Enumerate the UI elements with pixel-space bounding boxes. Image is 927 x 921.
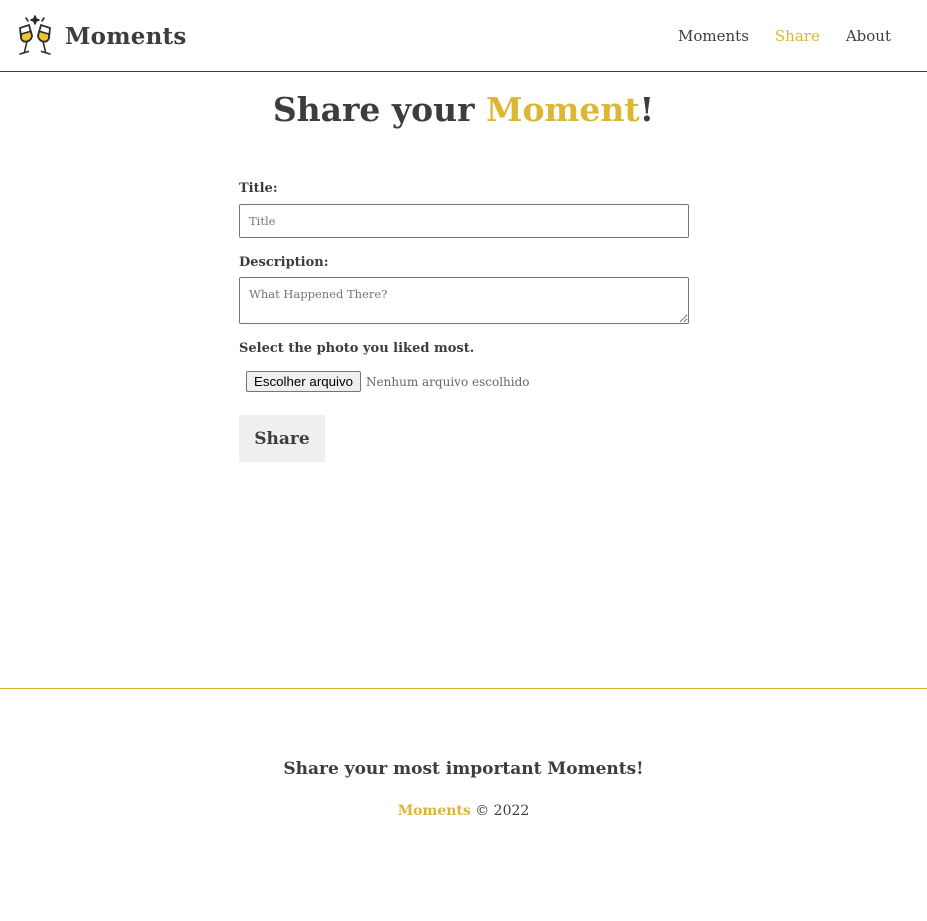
page-title-prefix: Share your	[272, 90, 486, 129]
nav-link-moments[interactable]: Moments	[678, 27, 749, 45]
main-nav: Moments Share About	[652, 27, 891, 45]
site-header: Moments Moments Share About	[0, 0, 927, 72]
champagne-toast-icon	[19, 15, 51, 55]
title-label: Title:	[239, 181, 278, 196]
file-status: Nenhum arquivo escolhido	[366, 374, 530, 389]
nav-link-share[interactable]: Share	[775, 27, 820, 45]
footer-brand[interactable]: Moments	[398, 803, 471, 819]
page-title: Share your Moment!	[0, 88, 927, 132]
site-footer: Share your most important Moments! Momen…	[0, 688, 927, 921]
photo-label: Select the photo you liked most.	[239, 341, 475, 356]
title-input[interactable]	[239, 204, 689, 238]
footer-tagline: Share your most important Moments!	[283, 759, 644, 779]
nav-link-about[interactable]: About	[846, 27, 891, 45]
copyright-text: © 2022	[470, 803, 530, 819]
choose-file-button[interactable]: Escolher arquivo	[246, 371, 362, 392]
file-input: Escolher arquivo Nenhum arquivo escolhid…	[246, 371, 530, 392]
description-label: Description:	[239, 255, 329, 270]
share-submit-button[interactable]: Share	[239, 415, 325, 462]
footer-copyright: Moments © 2022	[0, 803, 927, 819]
page-title-accent: Moment	[485, 90, 640, 129]
brand-name: Moments	[65, 22, 187, 50]
page-title-suffix: !	[639, 90, 655, 129]
brand[interactable]: Moments	[15, 14, 186, 58]
description-textarea[interactable]	[239, 277, 689, 324]
